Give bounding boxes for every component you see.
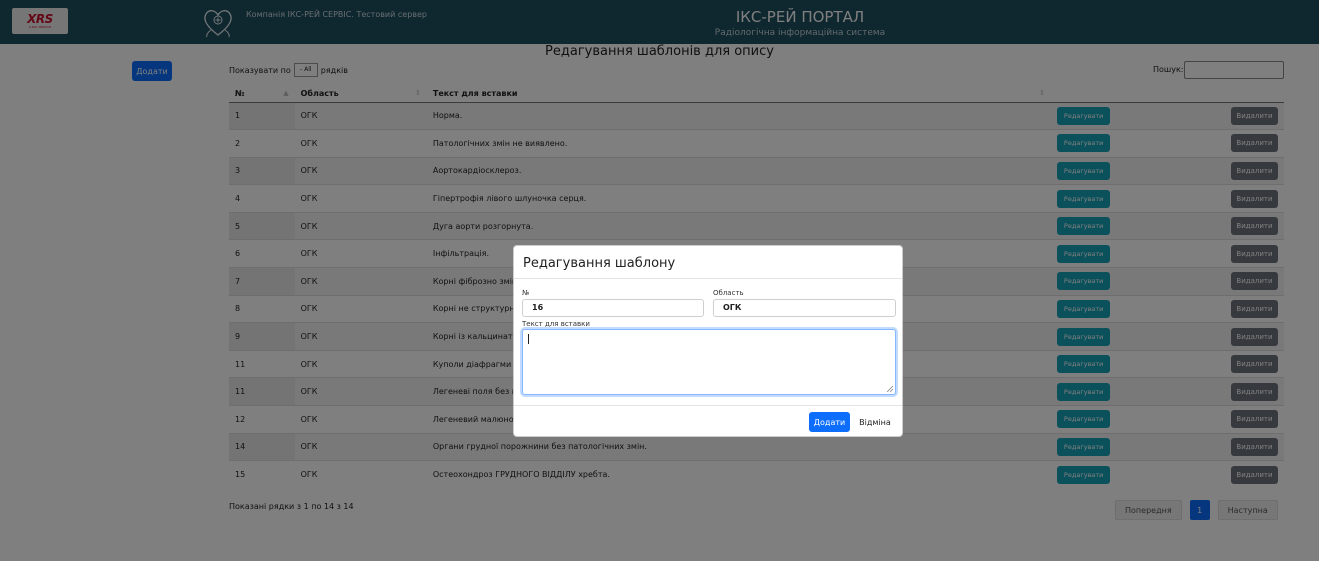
text-caret [528, 334, 529, 344]
area-field[interactable]: ОГК [713, 299, 896, 317]
modal-cancel-button[interactable]: Відміна [855, 412, 895, 432]
modal-title: Редагування шаблону [523, 256, 676, 271]
number-label: № [522, 289, 530, 297]
number-field[interactable]: 16 [522, 299, 704, 317]
insert-text-textarea[interactable] [522, 329, 896, 395]
modal-add-button[interactable]: Додати [809, 412, 850, 432]
modal-footer-divider [514, 405, 902, 406]
resize-grip-icon[interactable] [886, 385, 894, 393]
edit-template-modal: Редагування шаблону № 16 Область ОГК Тек… [513, 245, 903, 437]
modal-header-divider [514, 278, 902, 279]
area-label: Область [713, 289, 744, 297]
text-label: Текст для вставки [522, 320, 590, 328]
